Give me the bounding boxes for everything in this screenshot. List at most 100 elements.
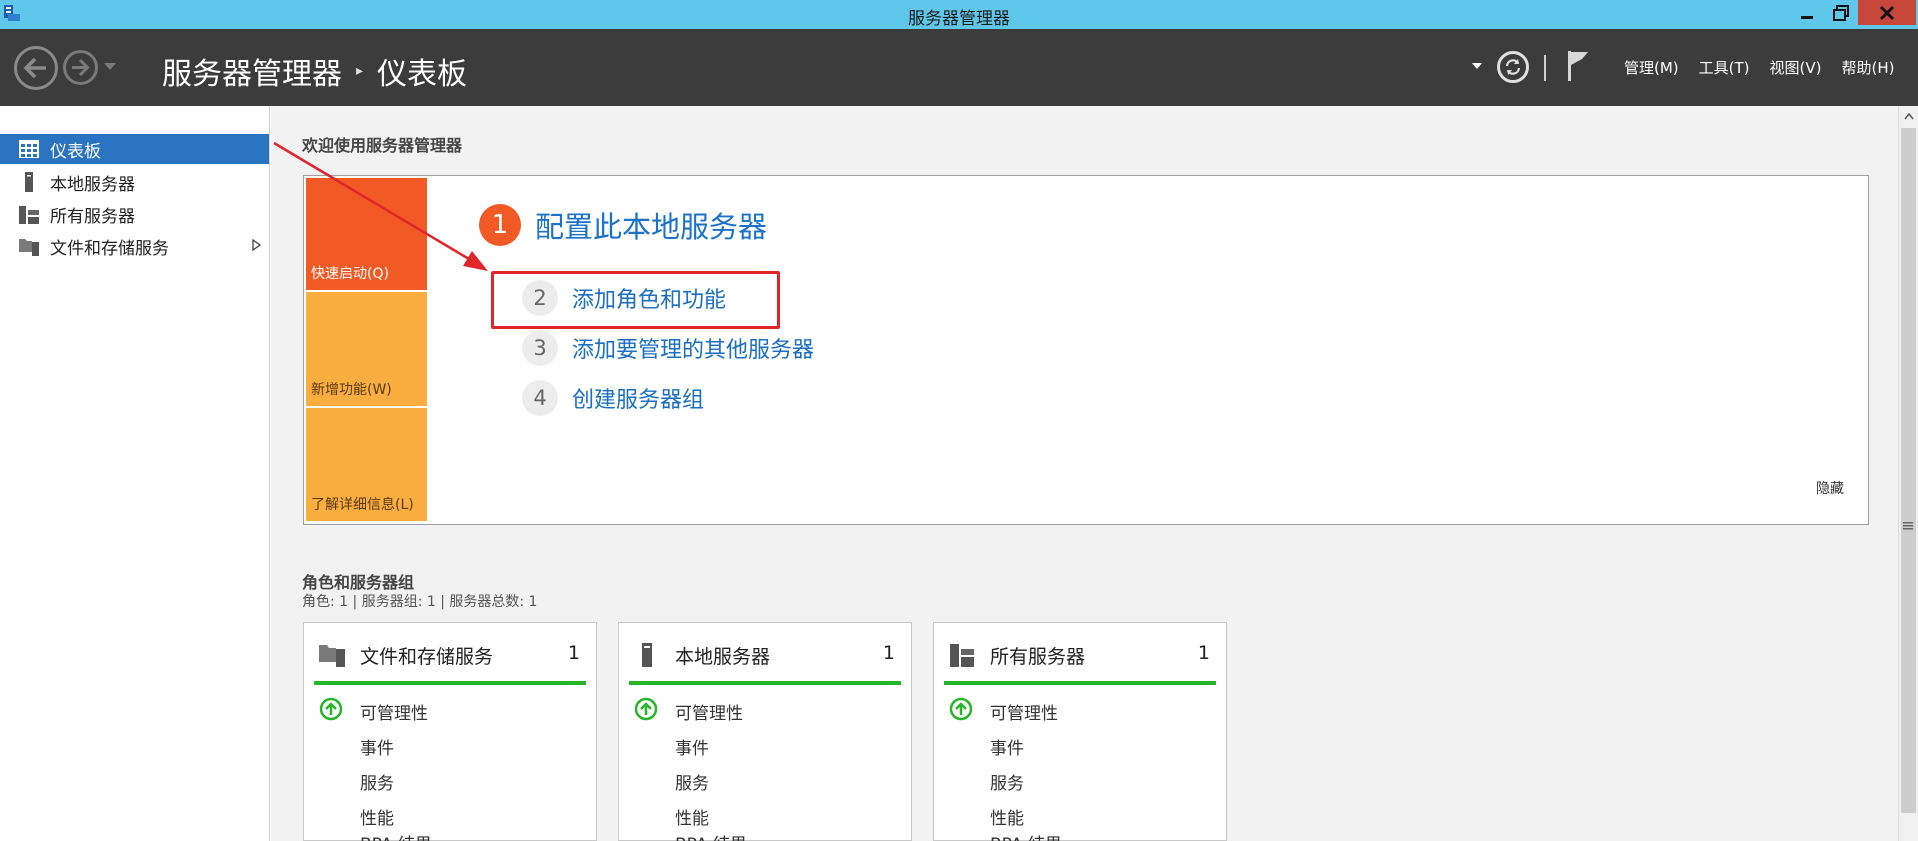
step-number: 1 — [479, 204, 521, 246]
card-row-services[interactable]: 服务 — [360, 769, 394, 794]
file-storage-icon — [319, 645, 345, 667]
forward-arrow-icon — [72, 58, 90, 77]
menu-view[interactable]: 视图(V) — [1770, 57, 1822, 78]
learn-more-tile[interactable]: 了解详细信息(L) — [306, 408, 427, 521]
step-link[interactable]: 配置此本地服务器 — [535, 204, 767, 246]
step-add-other-servers[interactable]: 3 添加要管理的其他服务器 — [522, 330, 814, 366]
back-arrow-icon — [23, 57, 46, 79]
card-row-services[interactable]: 服务 — [675, 769, 709, 794]
status-ok-icon — [949, 697, 973, 721]
dashboard-grid-icon — [18, 138, 40, 160]
card-row-bpa[interactable]: BPA 结果 — [360, 830, 432, 841]
card-header[interactable]: 本地服务器 1 — [619, 623, 911, 679]
sidebar-item-label: 所有服务器 — [50, 206, 135, 227]
whats-new-tile[interactable]: 新增功能(W) — [306, 292, 427, 406]
restore-button[interactable] — [1824, 0, 1858, 25]
file-storage-icon — [18, 235, 40, 257]
menu-manage[interactable]: 管理(M) — [1624, 57, 1679, 78]
card-title: 所有服务器 — [990, 646, 1086, 668]
card-row-performance[interactable]: 性能 — [675, 804, 709, 829]
welcome-title: 欢迎使用服务器管理器 — [302, 136, 463, 155]
card-row-events[interactable]: 事件 — [675, 734, 709, 759]
tile-label: 了解详细信息(L) — [311, 497, 414, 513]
card-row-services[interactable]: 服务 — [990, 769, 1024, 794]
history-dropdown-icon[interactable] — [104, 63, 116, 71]
minimize-icon — [1801, 15, 1813, 19]
chevron-up-icon — [1903, 112, 1914, 119]
step-link[interactable]: 创建服务器组 — [572, 382, 704, 414]
breadcrumb-separator-icon: ▸ — [356, 63, 364, 79]
card-row-performance[interactable]: 性能 — [360, 804, 394, 829]
minimize-button[interactable] — [1790, 0, 1824, 25]
welcome-panel: 快速启动(Q) 新增功能(W) 了解详细信息(L) 1 配置此本地服务器 2 添… — [303, 175, 1869, 525]
role-card-all-servers[interactable]: 所有服务器 1 可管理性 事件 服务 性能 BPA 结果 — [933, 622, 1227, 841]
card-count: 1 — [1197, 642, 1210, 664]
notifications-flag-icon[interactable] — [1566, 49, 1590, 83]
card-row-bpa[interactable]: BPA 结果 — [990, 830, 1062, 841]
title-bar: 服务器管理器 — [0, 0, 1918, 29]
role-card-local-server[interactable]: 本地服务器 1 可管理性 事件 服务 性能 BPA 结果 — [618, 622, 912, 841]
menu-tools[interactable]: 工具(T) — [1699, 57, 1750, 78]
card-header[interactable]: 所有服务器 1 — [934, 623, 1226, 679]
vertical-scrollbar[interactable] — [1898, 106, 1918, 841]
quick-start-tile[interactable]: 快速启动(Q) — [306, 178, 427, 290]
forward-button[interactable] — [63, 50, 98, 85]
step-number: 4 — [522, 380, 558, 416]
breadcrumb-current: 仪表板 — [377, 57, 468, 92]
back-button[interactable] — [14, 46, 58, 90]
card-row-events[interactable]: 事件 — [990, 734, 1024, 759]
status-bar — [314, 681, 586, 685]
tile-label: 快速启动(Q) — [311, 266, 389, 282]
card-row-manageability[interactable]: 可管理性 — [675, 699, 743, 724]
app-header: 服务器管理器 ▸ 仪表板 管理(M) 工具(T) 视图(V) 帮助(H) — [0, 29, 1918, 106]
menu-help[interactable]: 帮助(H) — [1842, 57, 1895, 78]
window-title: 服务器管理器 — [908, 9, 1010, 29]
roles-summary: 角色: 1 | 服务器组: 1 | 服务器总数: 1 — [302, 594, 538, 610]
card-header[interactable]: 文件和存储服务 1 — [304, 623, 596, 679]
step-create-server-group[interactable]: 4 创建服务器组 — [522, 380, 704, 416]
breadcrumb-root[interactable]: 服务器管理器 — [162, 49, 342, 93]
notifications-dropdown-icon[interactable] — [1472, 63, 1482, 70]
server-tower-icon — [18, 171, 40, 193]
scroll-thumb[interactable] — [1901, 128, 1916, 813]
sidebar-item-label: 文件和存储服务 — [50, 238, 169, 259]
status-bar — [629, 681, 901, 685]
role-card-file-storage[interactable]: 文件和存储服务 1 可管理性 事件 服务 性能 BPA 结果 — [303, 622, 597, 841]
card-title: 本地服务器 — [675, 646, 771, 668]
step-link[interactable]: 添加要管理的其他服务器 — [572, 332, 814, 364]
step-configure-local-server[interactable]: 1 配置此本地服务器 — [479, 204, 767, 246]
sidebar-item-all-servers[interactable]: 所有服务器 — [0, 199, 269, 229]
annotation-highlight-box — [491, 271, 780, 329]
refresh-icon — [1505, 59, 1521, 75]
sidebar: 仪表板 本地服务器 所有服务器 文件和存储服务 — [0, 106, 270, 841]
close-icon — [1879, 5, 1895, 20]
status-ok-icon — [634, 697, 658, 721]
expand-arrow-icon[interactable] — [252, 239, 261, 251]
header-menu-bar: 管理(M) 工具(T) 视图(V) 帮助(H) — [1624, 57, 1914, 78]
refresh-button[interactable] — [1497, 51, 1529, 83]
server-tower-icon — [642, 643, 652, 667]
sidebar-item-dashboard[interactable]: 仪表板 — [0, 134, 269, 164]
card-row-manageability[interactable]: 可管理性 — [990, 699, 1058, 724]
card-title: 文件和存储服务 — [360, 646, 494, 668]
roles-section-title: 角色和服务器组 — [302, 573, 415, 592]
servers-icon — [18, 203, 40, 225]
card-row-bpa[interactable]: BPA 结果 — [675, 830, 747, 841]
card-row-performance[interactable]: 性能 — [990, 804, 1024, 829]
scroll-up-button[interactable] — [1899, 106, 1918, 126]
scroll-grip-icon — [1903, 522, 1913, 530]
sidebar-item-label: 仪表板 — [50, 141, 101, 162]
sidebar-item-file-storage[interactable]: 文件和存储服务 — [0, 231, 269, 261]
close-button[interactable] — [1858, 0, 1916, 25]
sidebar-item-local-server[interactable]: 本地服务器 — [0, 167, 269, 197]
card-row-manageability[interactable]: 可管理性 — [360, 699, 428, 724]
sidebar-item-label: 本地服务器 — [50, 174, 135, 195]
status-bar — [944, 681, 1216, 685]
card-count: 1 — [882, 642, 895, 664]
step-number: 3 — [522, 330, 558, 366]
dashboard-main: 欢迎使用服务器管理器 快速启动(Q) 新增功能(W) 了解详细信息(L) 1 配… — [271, 106, 1898, 841]
tile-label: 新增功能(W) — [311, 382, 392, 398]
header-divider — [1544, 55, 1546, 81]
card-row-events[interactable]: 事件 — [360, 734, 394, 759]
hide-welcome-link[interactable]: 隐藏 — [1816, 478, 1844, 498]
